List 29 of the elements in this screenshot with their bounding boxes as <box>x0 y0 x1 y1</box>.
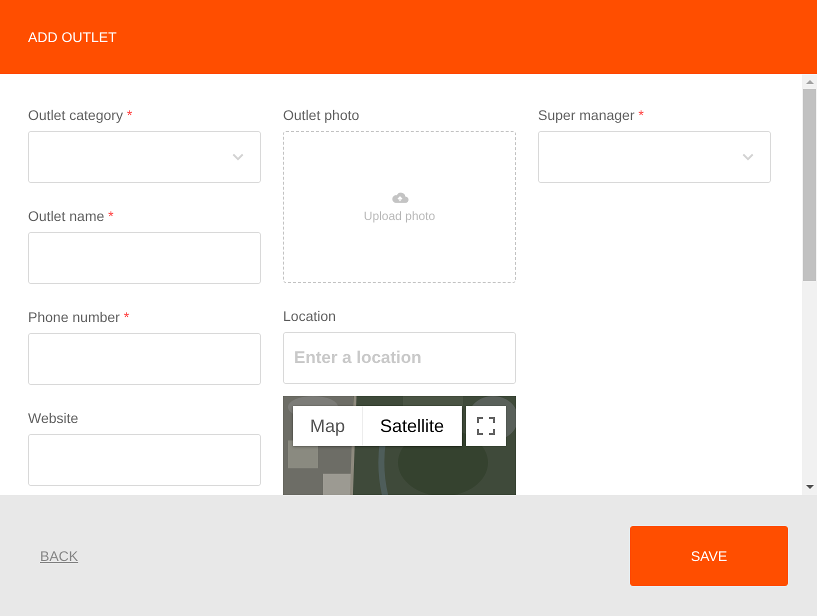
required-mark: * <box>638 107 644 123</box>
scrollbar[interactable] <box>802 74 817 495</box>
cloud-upload-icon <box>390 191 408 204</box>
field-label: Outlet name <box>28 208 104 224</box>
input-field[interactable] <box>28 434 261 486</box>
fullscreen-button[interactable] <box>466 406 506 446</box>
select-field[interactable] <box>28 131 261 183</box>
map-type-button[interactable]: Satellite <box>363 406 462 446</box>
map-type-button[interactable]: Map <box>293 406 364 446</box>
back-link[interactable]: BACK <box>40 548 78 564</box>
dialog-title: ADD OUTLET <box>28 29 117 45</box>
field-label: Location <box>283 308 336 324</box>
input-field[interactable] <box>28 333 261 385</box>
field-label: Website <box>28 410 78 426</box>
required-mark: * <box>126 107 132 123</box>
select-field[interactable] <box>538 131 771 183</box>
photo-upload-area[interactable]: Upload photo <box>283 131 516 283</box>
required-mark: * <box>124 309 130 325</box>
field-label: Outlet category <box>28 107 123 123</box>
field-label: Outlet photo <box>283 107 360 123</box>
input-field[interactable] <box>28 232 261 284</box>
save-button[interactable]: SAVE <box>630 526 788 586</box>
field-label: Phone number <box>28 309 120 325</box>
chevron-down-icon <box>232 153 244 161</box>
fullscreen-icon <box>477 417 495 435</box>
required-mark: * <box>108 208 114 224</box>
upload-hint: Upload photo <box>364 209 436 223</box>
chevron-down-icon <box>742 153 754 161</box>
field-label: Super manager <box>538 107 635 123</box>
